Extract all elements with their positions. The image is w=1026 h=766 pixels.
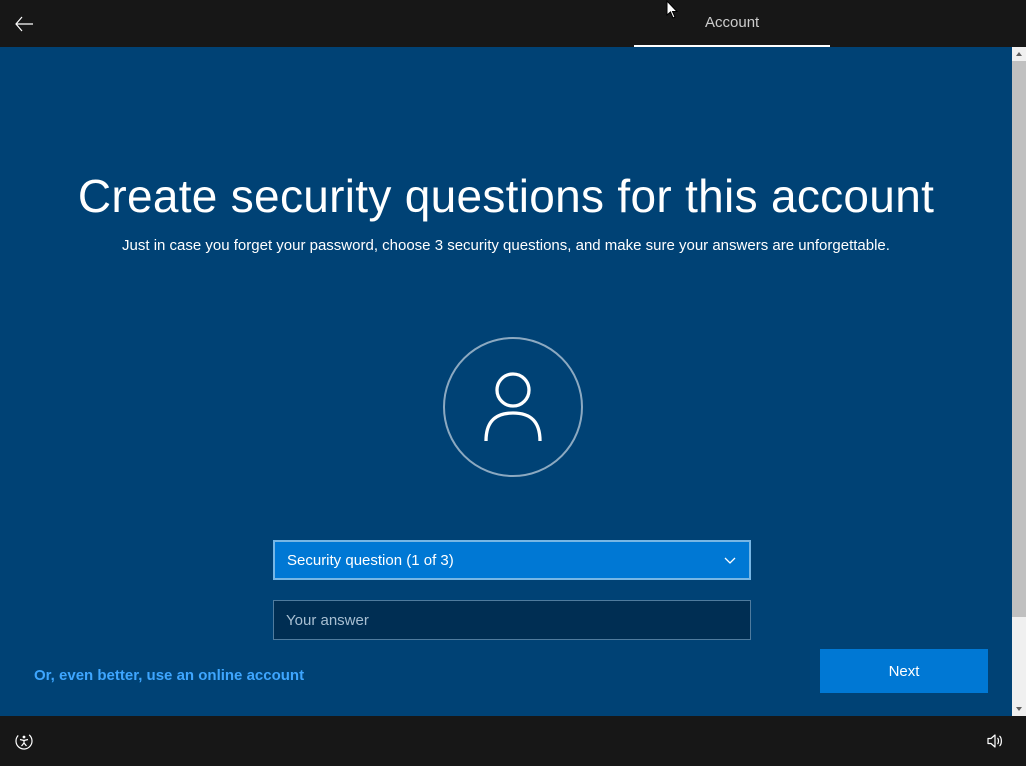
main-area: Create security questions for this accou…	[0, 47, 1026, 716]
volume-button[interactable]	[971, 716, 1018, 766]
volume-icon	[986, 732, 1004, 750]
ease-of-access-icon	[14, 731, 34, 751]
security-question-label: Security question (1 of 3)	[287, 552, 454, 569]
next-button[interactable]: Next	[820, 649, 988, 693]
scrollbar-thumb[interactable]	[1012, 61, 1026, 617]
arrow-left-icon	[14, 14, 34, 34]
scroll-up-icon[interactable]	[1012, 47, 1026, 61]
bottom-bar	[0, 716, 1026, 766]
online-account-link[interactable]: Or, even better, use an online account	[34, 667, 304, 684]
top-bar: Account	[0, 0, 1026, 47]
ease-of-access-button[interactable]	[0, 716, 47, 766]
content-inner: Create security questions for this accou…	[0, 47, 1012, 716]
step-label: Account	[705, 14, 759, 31]
page-subtitle: Just in case you forget your password, c…	[0, 237, 1012, 254]
security-question-select[interactable]: Security question (1 of 3)	[273, 540, 751, 580]
scroll-down-icon[interactable]	[1012, 702, 1026, 716]
user-icon	[480, 371, 546, 443]
back-button[interactable]	[0, 0, 47, 47]
page-title: Create security questions for this accou…	[0, 47, 1012, 223]
chevron-down-icon	[723, 553, 737, 567]
answer-input[interactable]	[273, 600, 751, 640]
scrollbar[interactable]	[1012, 47, 1026, 716]
avatar	[443, 337, 583, 477]
